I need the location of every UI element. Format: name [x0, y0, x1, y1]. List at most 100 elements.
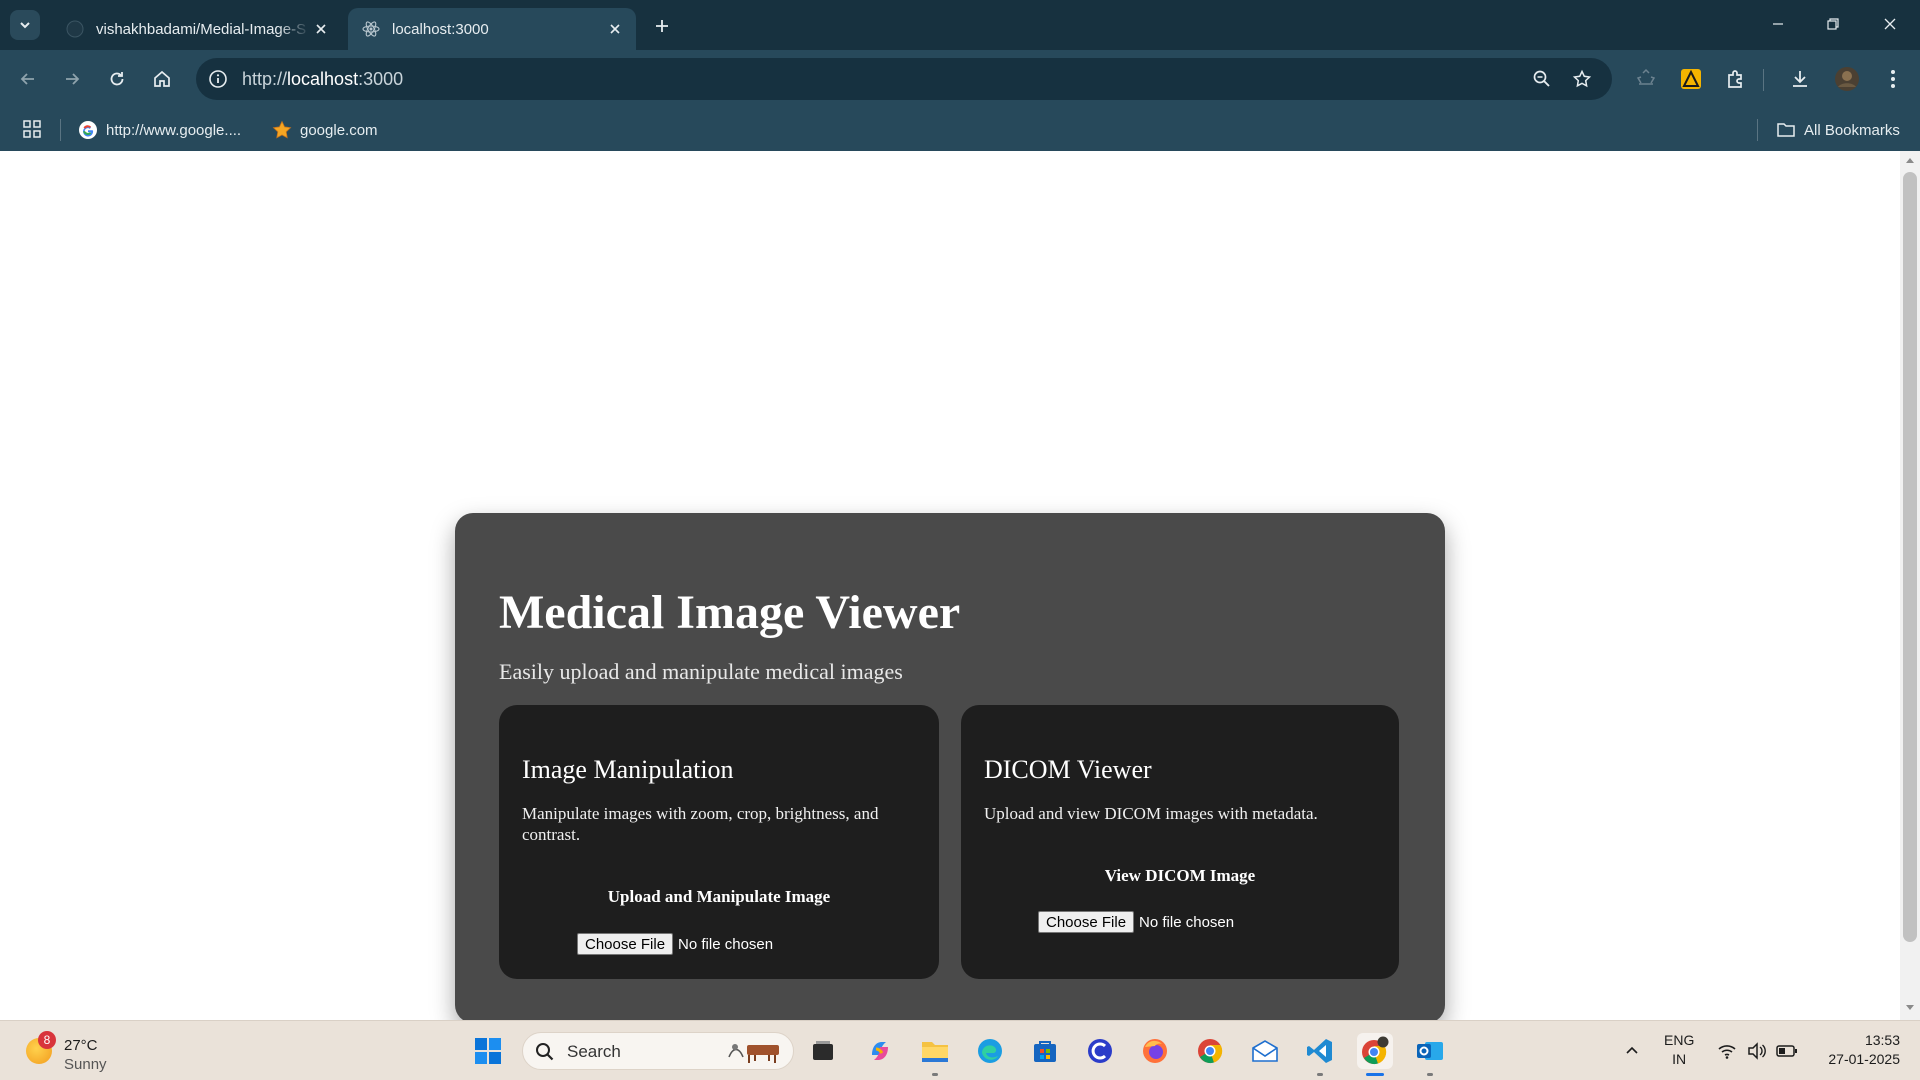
volume-icon[interactable] — [1745, 1039, 1769, 1063]
language-line1: ENG — [1664, 1032, 1695, 1048]
chrome-profile-icon — [1362, 1036, 1389, 1065]
file-status: No file chosen — [678, 935, 774, 953]
back-button[interactable] — [12, 63, 44, 95]
chrome-button[interactable] — [1192, 1033, 1228, 1069]
upload-manipulate-label: Upload and Manipulate Image — [607, 887, 831, 906]
page-viewport: Medical Image Viewer Easily upload and m… — [0, 151, 1900, 1023]
file-explorer-button[interactable] — [917, 1033, 953, 1069]
file-input[interactable]: Choose File No file chosen — [577, 933, 773, 955]
scroll-down-arrow-icon[interactable] — [1904, 1002, 1916, 1014]
download-icon[interactable] — [1784, 63, 1816, 95]
close-icon — [1884, 18, 1896, 30]
battery-icon[interactable] — [1775, 1039, 1799, 1063]
new-tab-button[interactable] — [648, 12, 676, 40]
outlook-button[interactable] — [1412, 1033, 1448, 1069]
warning-extension-icon[interactable] — [1675, 63, 1707, 95]
wifi-icon[interactable] — [1715, 1039, 1739, 1063]
plus-icon — [656, 20, 668, 32]
github-icon — [66, 20, 84, 38]
toolbar-divider — [1763, 69, 1764, 91]
scrollbar-thumb[interactable] — [1903, 172, 1917, 942]
taskbar-clock[interactable]: 13:53 27-01-2025 — [1812, 1031, 1900, 1069]
card-title: Image Manipulation — [522, 755, 734, 784]
tab-search-button[interactable] — [10, 10, 40, 40]
store-icon — [1034, 1041, 1056, 1062]
windows-taskbar: 8 27°C Sunny Search ENG IN 13:53 27-01-2… — [0, 1020, 1920, 1080]
minimize-icon — [1773, 23, 1783, 25]
copilot-button[interactable] — [862, 1033, 898, 1069]
search-icon — [536, 1043, 554, 1061]
chrome-icon — [1198, 1039, 1223, 1064]
page-subtitle: Easily upload and manipulate medical ima… — [499, 659, 903, 684]
running-indicator — [1317, 1073, 1323, 1076]
windows-logo-icon — [475, 1038, 501, 1064]
restore-button[interactable] — [1813, 8, 1853, 40]
arrow-right-icon — [66, 73, 80, 85]
forward-button[interactable] — [56, 63, 88, 95]
outlook-icon — [1417, 1042, 1443, 1060]
start-button[interactable] — [470, 1033, 506, 1069]
mail-button[interactable] — [1247, 1033, 1283, 1069]
folder-icon — [922, 1042, 948, 1062]
bookmark-star-icon[interactable] — [1570, 67, 1594, 91]
bookmark-divider — [60, 119, 61, 141]
card-title: DICOM Viewer — [984, 755, 1152, 784]
choose-file-button[interactable]: Choose File — [1038, 911, 1135, 933]
edge-button[interactable] — [972, 1033, 1008, 1069]
extensions-icon[interactable] — [1720, 63, 1752, 95]
reload-button[interactable] — [101, 63, 133, 95]
browser-toolbar: http://localhost:3000 — [0, 50, 1920, 108]
firefox-button[interactable] — [1137, 1033, 1173, 1069]
all-bookmarks-button[interactable]: All Bookmarks — [1776, 116, 1900, 144]
c-app-icon — [1088, 1039, 1112, 1063]
browser-titlebar: vishakhbadami/Medial-Image-S localhost:3… — [0, 0, 1920, 50]
arrow-left-icon — [20, 73, 34, 85]
task-view-icon — [813, 1041, 833, 1060]
language-indicator[interactable]: ENG IN — [1664, 1031, 1694, 1069]
close-window-button[interactable] — [1870, 8, 1910, 40]
site-info-icon[interactable] — [206, 67, 230, 91]
tab-github[interactable]: vishakhbadami/Medial-Image-S — [52, 8, 342, 50]
app-c-button[interactable] — [1082, 1033, 1118, 1069]
weather-widget[interactable]: 8 27°C Sunny — [24, 1029, 164, 1073]
minimize-button[interactable] — [1758, 8, 1798, 40]
chevron-down-icon — [20, 22, 30, 29]
edge-icon — [978, 1039, 1002, 1063]
reload-icon — [110, 72, 124, 86]
chrome-active-button[interactable] — [1357, 1033, 1393, 1069]
more-menu-icon[interactable] — [1877, 63, 1909, 95]
chevron-up-icon[interactable] — [1620, 1039, 1644, 1063]
weather-temperature: 27°C — [64, 1037, 98, 1054]
clock-time: 13:53 — [1864, 1032, 1900, 1048]
all-bookmarks-label: All Bookmarks — [1804, 121, 1900, 139]
bookmark-label: http://www.google.... — [106, 121, 242, 139]
main-card: Medical Image Viewer Easily upload and m… — [455, 513, 1445, 1023]
bookmark-label: google.com — [300, 121, 378, 139]
firefox-icon — [1143, 1039, 1167, 1063]
choose-file-button[interactable]: Choose File — [577, 933, 674, 955]
vscode-button[interactable] — [1302, 1033, 1338, 1069]
zoom-icon[interactable] — [1530, 67, 1554, 91]
tab-localhost[interactable]: localhost:3000 — [348, 8, 636, 50]
url-host: localhost — [287, 69, 359, 89]
bookmark-google-com[interactable]: google.com — [272, 116, 378, 144]
close-tab-icon[interactable] — [604, 18, 626, 40]
bookmark-google-url[interactable]: http://www.google.... — [78, 116, 241, 144]
url-text[interactable]: http://localhost:3000 — [242, 69, 403, 90]
scroll-up-arrow-icon[interactable] — [1904, 154, 1916, 166]
close-tab-icon[interactable] — [310, 18, 332, 40]
card-description: Upload and view DICOM images with metada… — [984, 804, 1318, 823]
url-port: :3000 — [358, 69, 404, 89]
address-bar[interactable]: http://localhost:3000 — [196, 58, 1612, 100]
view-dicom-label: View DICOM Image — [1104, 866, 1256, 885]
profile-avatar-icon[interactable] — [1831, 63, 1863, 95]
taskbar-search[interactable]: Search — [522, 1032, 794, 1070]
recycle-extension-icon[interactable] — [1630, 63, 1662, 95]
task-view-button[interactable] — [805, 1033, 841, 1069]
file-input[interactable]: Choose File No file chosen — [1038, 911, 1234, 933]
apps-grid-icon[interactable] — [20, 117, 44, 141]
folder-icon — [1776, 120, 1796, 140]
page-title: Medical Image Viewer — [499, 586, 961, 639]
home-button[interactable] — [146, 63, 178, 95]
microsoft-store-button[interactable] — [1027, 1033, 1063, 1069]
